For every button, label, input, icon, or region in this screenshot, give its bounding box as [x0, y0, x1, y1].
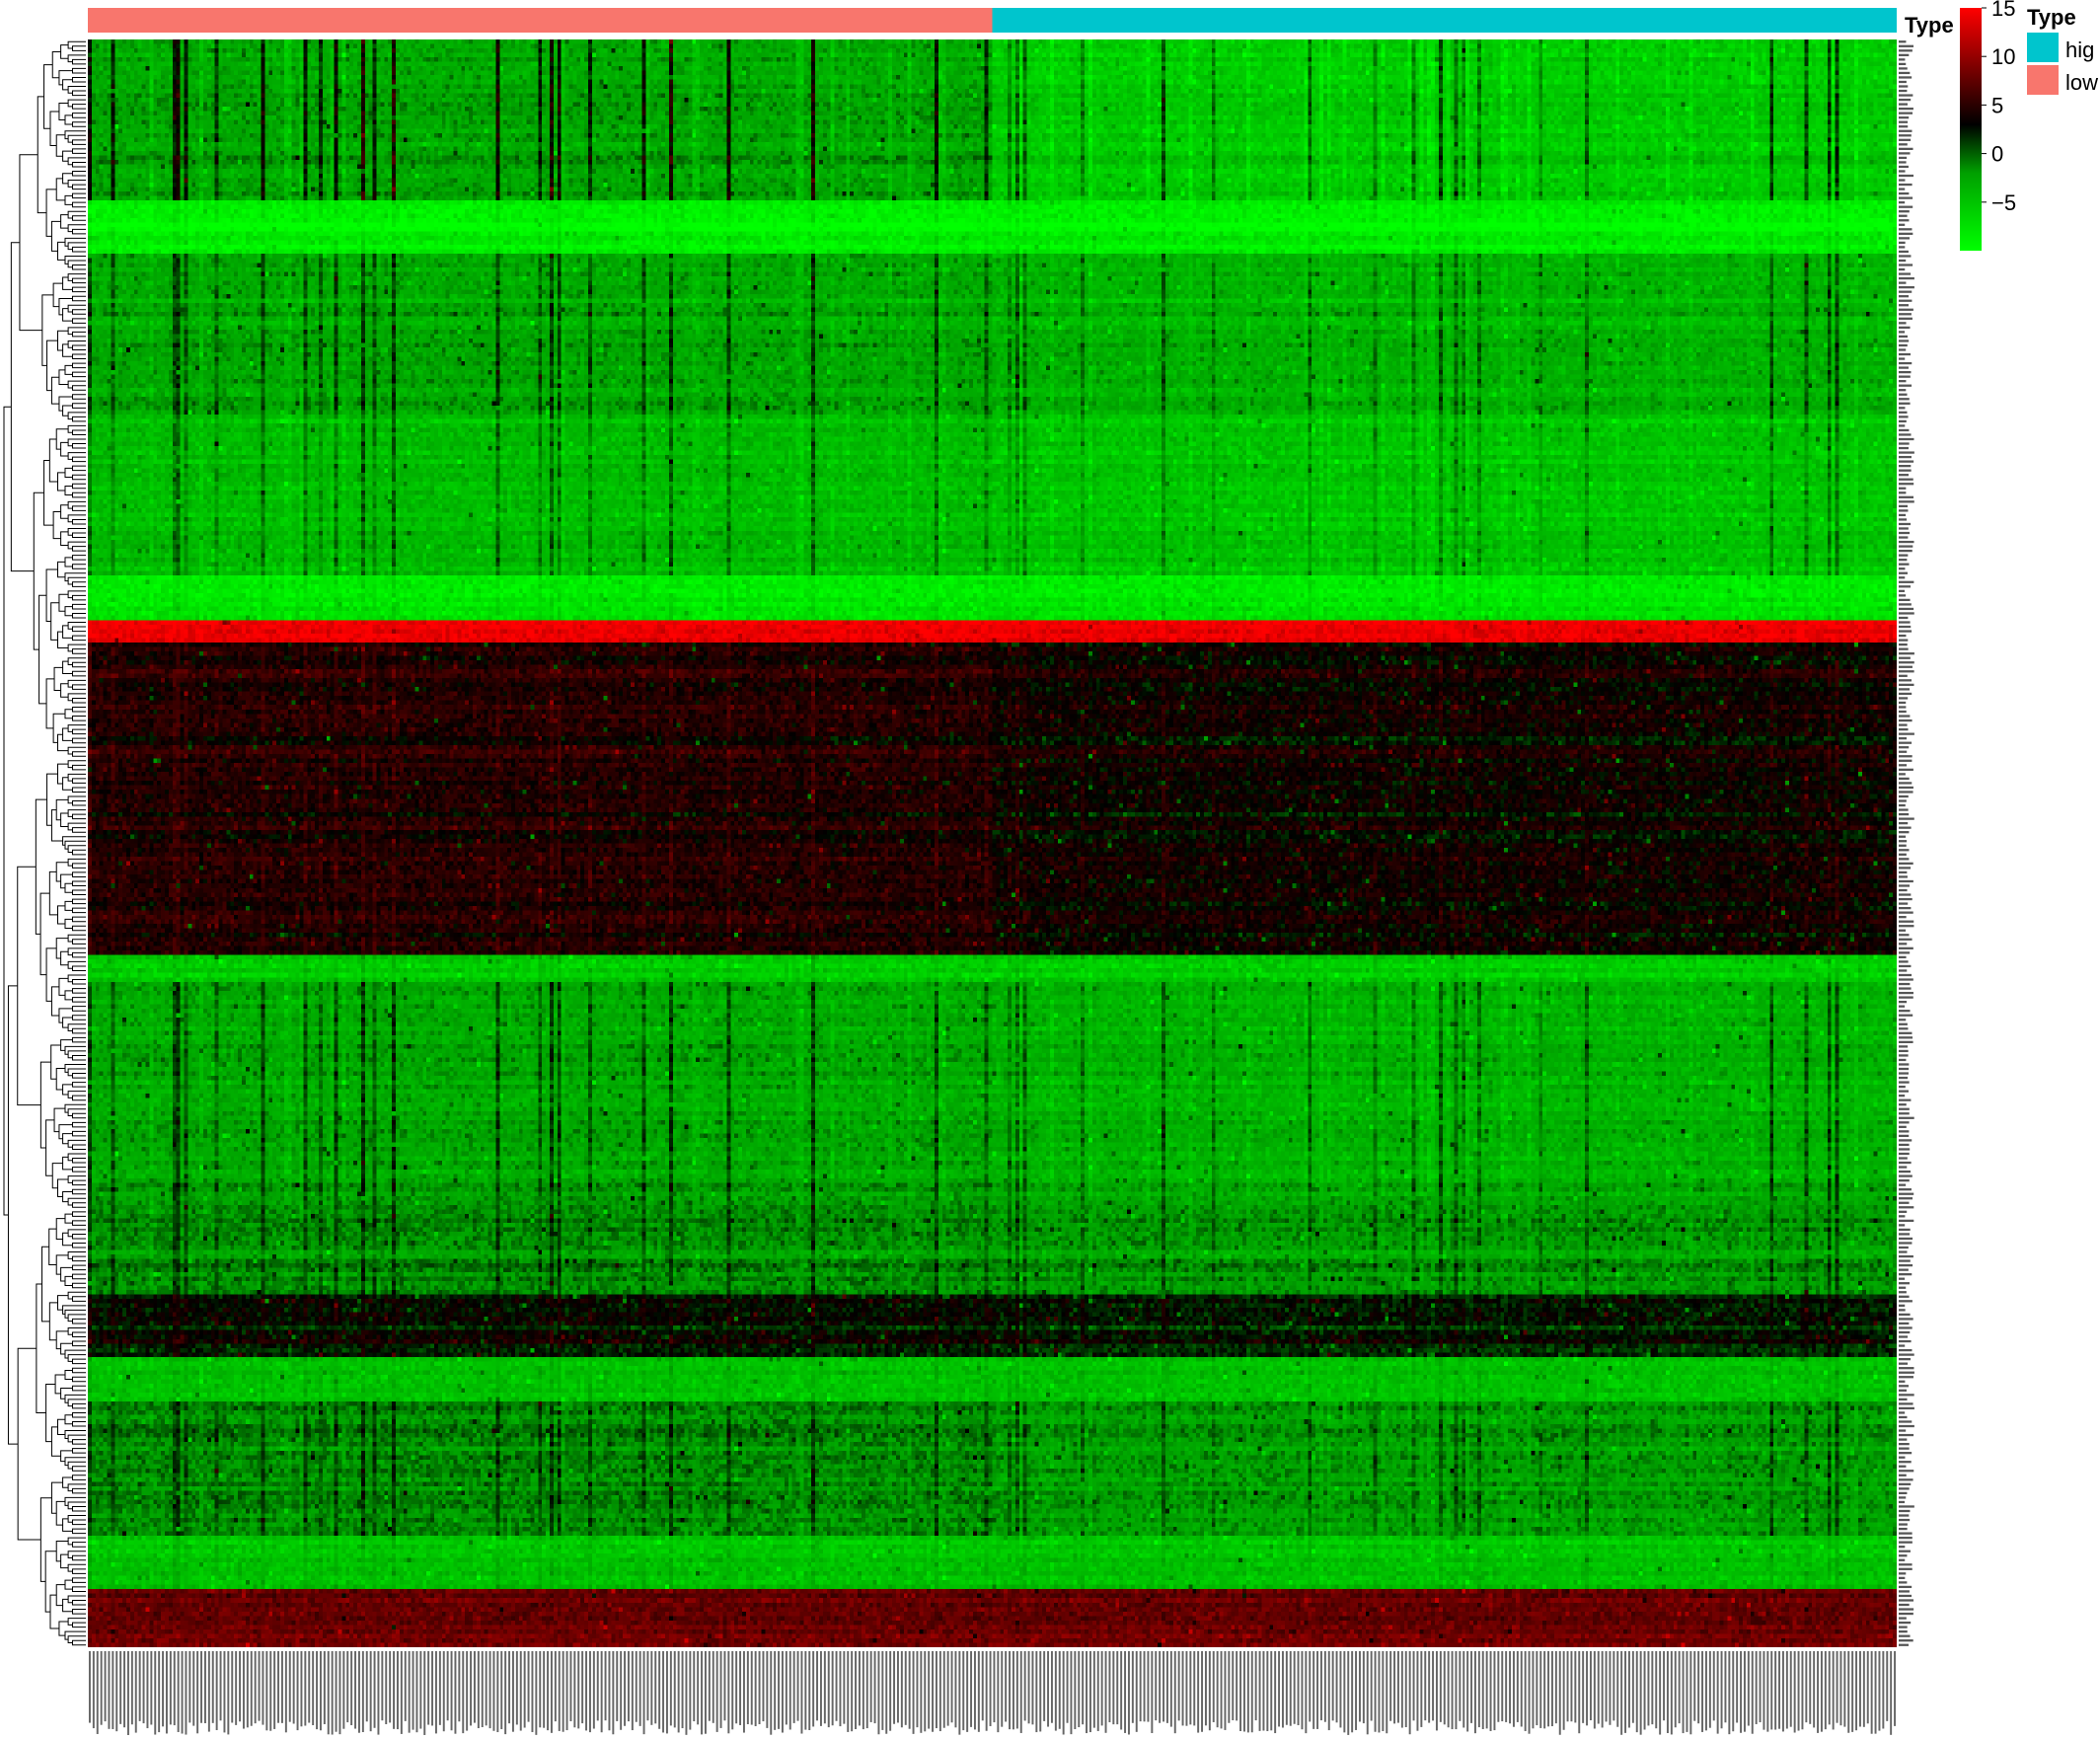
- legend-label-low: low: [2065, 70, 2098, 95]
- colorbar-tick-label: 5: [1991, 93, 2003, 117]
- heatmap-matrix: [88, 39, 1897, 1647]
- colorbar: [1960, 8, 1982, 251]
- type-annotation-bar: [88, 8, 1897, 33]
- heatmap-figure: Type 15 10 5 0 −5 Type hig low: [0, 0, 2100, 1740]
- colorbar-tick-label: 15: [1991, 0, 2015, 21]
- heatmap-cells: [88, 39, 1897, 1647]
- legend-title: Type: [2027, 5, 2076, 30]
- colorbar-tick-label: 10: [1991, 44, 2015, 69]
- legend-swatch-hig: [2027, 33, 2059, 62]
- annotation-segment-hig: [992, 8, 1897, 33]
- colorbar-tick-label: −5: [1991, 190, 2016, 215]
- annotation-segment-low: [88, 8, 993, 33]
- annotation-title: Type: [1905, 13, 1954, 38]
- legend-swatch-low: [2027, 65, 2059, 95]
- colorbar-tick-label: 0: [1991, 142, 2003, 167]
- legend-label-hig: hig: [2065, 38, 2094, 62]
